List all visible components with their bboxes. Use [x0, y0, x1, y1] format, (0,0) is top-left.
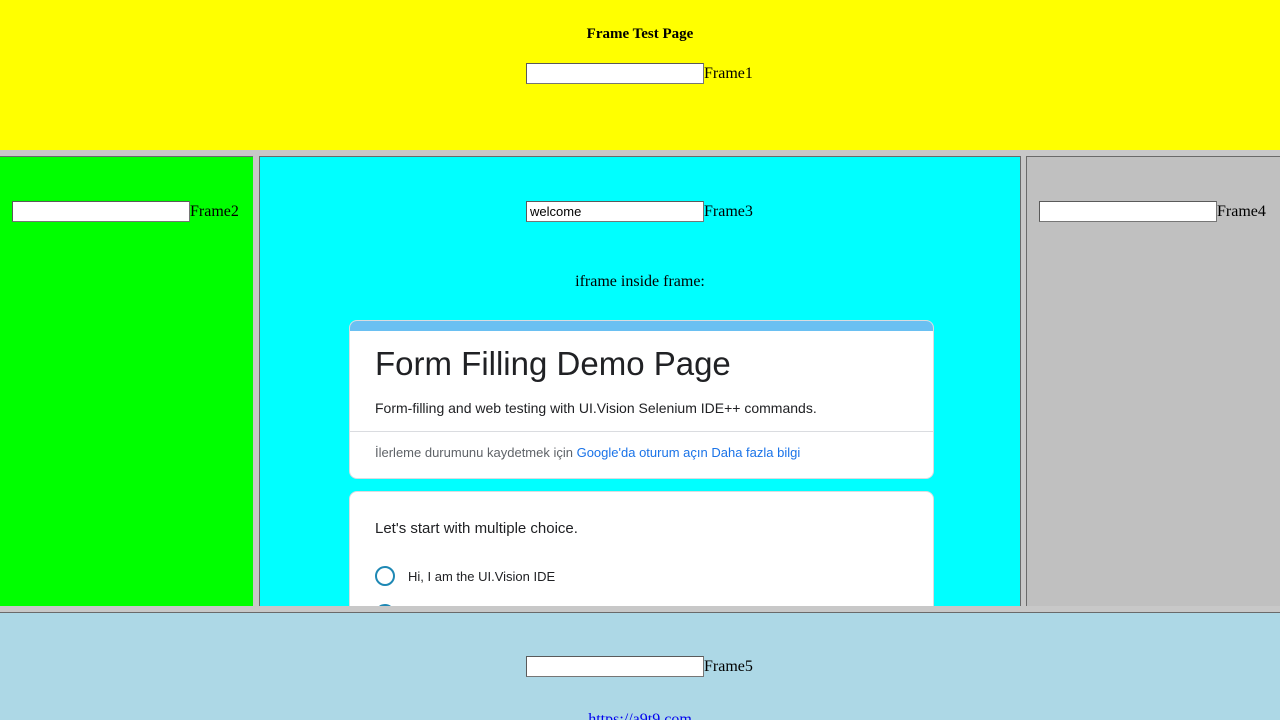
- form-signin-notice: İlerleme durumunu kaydetmek için Google'…: [375, 445, 800, 460]
- more-info-link[interactable]: Daha fazla bilgi: [711, 445, 800, 460]
- frame4: Frame4: [1026, 156, 1280, 606]
- frame5-input-row: Frame5: [526, 656, 753, 677]
- frame3-text-input[interactable]: [526, 201, 704, 222]
- frame3-label: Frame3: [704, 202, 753, 220]
- frame2: Frame2: [0, 156, 253, 606]
- frame2-label: Frame2: [190, 202, 239, 220]
- radio-option-label: Hi, I am the UI.Vision IDE: [408, 568, 556, 584]
- frame4-text-input[interactable]: [1039, 201, 1217, 222]
- radio-button-icon[interactable]: [375, 566, 395, 586]
- embedded-google-form: Form Filling Demo Page Form-filling and …: [349, 320, 934, 606]
- question-title: Let's start with multiple choice.: [375, 520, 578, 537]
- frame5-label: Frame5: [704, 657, 753, 675]
- frame4-input-row: Frame4: [1039, 201, 1266, 222]
- form-header-divider: [350, 431, 933, 432]
- frame1: Frame Test Page Frame1: [0, 0, 1280, 150]
- radio-option[interactable]: Hi, I am the UI.Vision IDE: [375, 566, 555, 586]
- form-header-card: Form Filling Demo Page Form-filling and …: [349, 320, 934, 479]
- question-card: Let's start with multiple choice. Hi, I …: [349, 491, 934, 606]
- page-title: Frame Test Page: [586, 26, 694, 42]
- form-accent-bar: [350, 321, 933, 331]
- frame1-label: Frame1: [704, 64, 753, 82]
- frame2-input-row: Frame2: [12, 201, 239, 222]
- frame3-input-row: Frame3: [526, 201, 753, 222]
- frame4-label: Frame4: [1217, 202, 1266, 220]
- frame5-text-input[interactable]: [526, 656, 704, 677]
- form-description: Form-filling and web testing with UI.Vis…: [375, 400, 817, 416]
- signin-link[interactable]: Google'da oturum açın: [577, 445, 708, 460]
- signin-prefix: İlerleme durumunu kaydetmek için: [375, 445, 577, 460]
- frame1-input-row: Frame1: [526, 63, 753, 84]
- form-title: Form Filling Demo Page: [375, 345, 731, 382]
- frame3: Frame3 iframe inside frame: Form Filling…: [259, 156, 1021, 606]
- a9t9-link[interactable]: https://a9t9.com: [0, 711, 1280, 720]
- iframe-caption: iframe inside frame:: [575, 273, 705, 290]
- frame2-text-input[interactable]: [12, 201, 190, 222]
- frame5: Frame5 https://a9t9.com: [0, 612, 1280, 720]
- frameset-page: Frame Test Page Frame1 Frame2 Frame3 ifr…: [0, 0, 1280, 720]
- frame1-text-input[interactable]: [526, 63, 704, 84]
